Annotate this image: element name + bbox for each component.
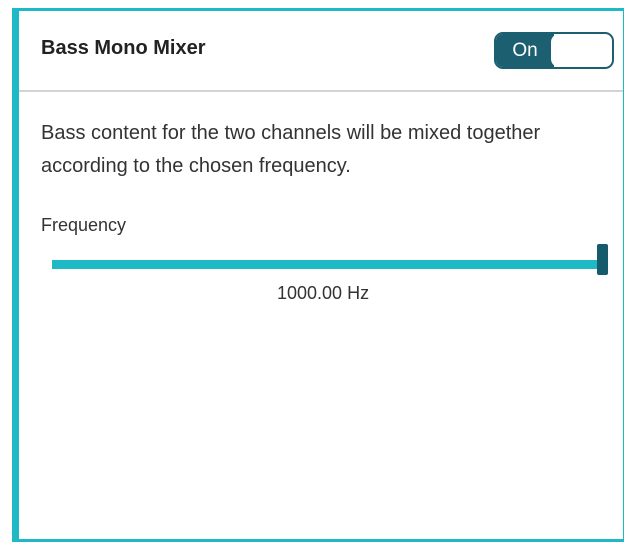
- panel-title: Bass Mono Mixer: [41, 37, 206, 59]
- frequency-value: 1000.00 Hz: [277, 283, 370, 303]
- on-off-toggle[interactable]: On: [494, 32, 614, 69]
- panel-header: Bass Mono Mixer On: [19, 11, 623, 92]
- bass-mono-mixer-panel: Bass Mono Mixer On Bass content for the …: [12, 8, 624, 542]
- toggle-label: On: [496, 34, 554, 67]
- frequency-label: Frequency: [41, 215, 127, 235]
- frequency-slider-handle[interactable]: [596, 244, 608, 275]
- frequency-slider-track[interactable]: [52, 260, 602, 269]
- mixer-description: Bass content for the two channels will b…: [41, 122, 541, 177]
- toggle-knob: [551, 34, 612, 67]
- frequency-slider-fill: [52, 260, 602, 269]
